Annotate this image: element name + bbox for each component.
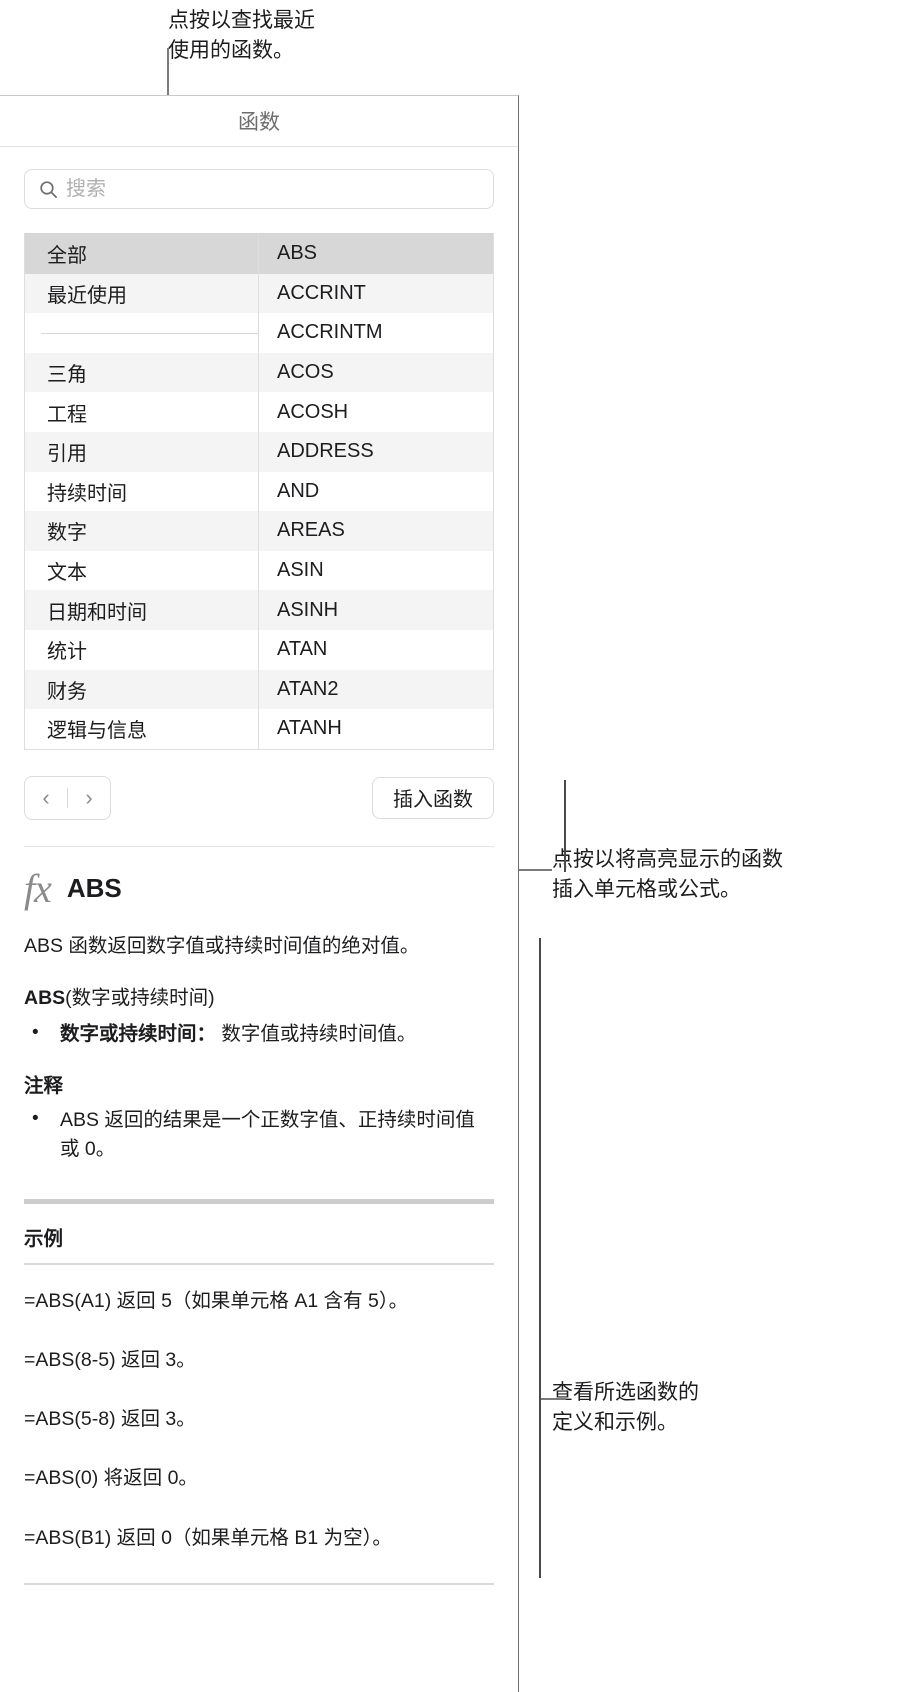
category-item-数字[interactable]: 数字 <box>25 511 258 551</box>
category-item-文本[interactable]: 文本 <box>25 551 258 591</box>
category-item-逻辑与信息[interactable]: 逻辑与信息 <box>25 709 258 749</box>
example-item: =ABS(A1) 返回 5（如果单元格 A1 含有 5）。 <box>24 1289 409 1312</box>
category-item-separator <box>25 313 258 353</box>
function-item-ATAN2[interactable]: ATAN2 <box>259 669 493 710</box>
function-item-AREAS[interactable]: AREAS <box>259 511 493 551</box>
function-item-ACOSH[interactable]: ACOSH <box>259 392 493 432</box>
category-item-统计[interactable]: 统计 <box>25 630 258 670</box>
insert-function-button[interactable]: 插入函数 <box>372 776 494 819</box>
fx-icon: fx <box>24 865 52 911</box>
section-divider-thick <box>24 1198 494 1204</box>
example-item: =ABS(8-5) 返回 3。 <box>24 1348 196 1371</box>
category-item-三角[interactable]: 三角 <box>25 352 258 393</box>
signature-function-name: ABS <box>24 986 66 1009</box>
signature-arguments: (数字或持续时间) <box>65 986 215 1009</box>
example-item: =ABS(0) 将返回 0。 <box>24 1467 198 1490</box>
leader-line-bottom-horizontal <box>540 1398 566 1400</box>
function-name-heading: ABS <box>66 873 122 904</box>
function-item-ABS[interactable]: ABS <box>259 234 493 274</box>
search-field[interactable] <box>24 169 494 209</box>
argument-list: 数字或持续时间： 数字值或持续时间值。 <box>24 1019 494 1049</box>
callout-definition-examples: 查看所选函数的 定义和示例。 <box>552 1381 699 1434</box>
examples-heading: 示例 <box>24 1227 64 1250</box>
function-item-ACOS[interactable]: ACOS <box>259 352 493 393</box>
category-item-日期和时间[interactable]: 日期和时间 <box>25 590 258 630</box>
function-item-ATANH[interactable]: ATANH <box>259 709 493 749</box>
argument-term: 数字或持续时间： <box>60 1022 217 1045</box>
examples-divider <box>24 1262 494 1265</box>
callout-insert-function: 点按以将高亮显示的函数 插入单元格或公式。 <box>552 848 783 901</box>
bottom-divider <box>24 1582 494 1585</box>
category-item-引用[interactable]: 引用 <box>25 431 258 472</box>
notes-heading: 注释 <box>24 1075 64 1098</box>
example-item: =ABS(5-8) 返回 3。 <box>24 1408 196 1431</box>
functions-browser: 全部 最近使用 三角 工程 引用 持续时间 数字 文本 日期和时间 统计 财务 逻辑与信息 ABS AC… <box>24 233 494 750</box>
category-item-工程[interactable]: 工程 <box>25 392 258 432</box>
next-button[interactable]: › <box>68 777 110 819</box>
function-description: ABS 函数返回数字值或持续时间值的绝对值。 <box>24 934 420 957</box>
function-list[interactable]: ABS ACCRINT ACCRINTM ACOS ACOSH ADDRESS AND ARE… <box>259 234 493 749</box>
argument-description: 数字值或持续时间值。 <box>216 1022 417 1045</box>
callout-recent-functions: 点按以查找最近 使用的函数。 <box>168 9 315 62</box>
leader-line-bottom-vertical <box>539 938 541 1578</box>
function-item-ATAN[interactable]: ATAN <box>259 630 493 670</box>
leader-line-middle-vertical <box>564 780 566 872</box>
category-item-全部[interactable]: 全部 <box>25 234 258 274</box>
function-item-ACCRINTM[interactable]: ACCRINTM <box>259 313 493 353</box>
function-signature: ABS(数字或持续时间) <box>24 981 494 1010</box>
function-item-ACCRINT[interactable]: ACCRINT <box>259 273 493 314</box>
panel-titlebar: 函数 <box>0 96 518 147</box>
function-detail-pane: fx ABS ABS 函数返回数字值或持续时间值的绝对值。 ABS(数字或持续时… <box>24 845 494 1585</box>
function-item-AND[interactable]: AND <box>259 472 493 512</box>
search-input[interactable] <box>66 177 483 201</box>
category-list[interactable]: 全部 最近使用三角 工程 引用 持续时间 数字 文本 日期和时间 统计 财务 逻辑与信息 <box>25 234 259 749</box>
argument-item: 数字或持续时间： 数字值或持续时间值。 <box>24 1019 494 1049</box>
category-item-财务[interactable]: 财务 <box>25 669 258 710</box>
category-item-最近使用[interactable]: 最近使用 <box>25 273 258 314</box>
search-container <box>0 147 518 225</box>
functions-panel: 函数 全部最近使用三角工程引用持续时间数字文本日期和时间统计财务逻辑与信息 AB… <box>0 95 519 1692</box>
function-header: fx ABS <box>24 865 494 911</box>
notes-list: ABS 返回的结果是一个正数字值、正持续时间值或 0。 <box>24 1105 494 1165</box>
previous-button[interactable]: ‹ <box>25 777 67 819</box>
function-item-ASIN[interactable]: ASIN <box>259 551 493 591</box>
function-item-ASINH[interactable]: ASINH <box>259 590 493 630</box>
page-title: 函数 <box>238 111 280 134</box>
search-icon <box>40 180 57 198</box>
panel-button-bar: ‹ › 插入函数 <box>24 775 494 820</box>
function-item-ADDRESS[interactable]: ADDRESS <box>259 431 493 472</box>
examples-list: =ABS(A1) 返回 5（如果单元格 A1 含有 5）。 =ABS(8-5) 返… <box>24 1287 494 1553</box>
category-item-持续时间[interactable]: 持续时间 <box>25 472 258 512</box>
example-item: =ABS(B1) 返回 0（如果单元格 B1 为空）。 <box>24 1526 392 1549</box>
note-item: ABS 返回的结果是一个正数字值、正持续时间值或 0。 <box>24 1105 494 1165</box>
navigation-group[interactable]: ‹ › <box>24 775 111 820</box>
